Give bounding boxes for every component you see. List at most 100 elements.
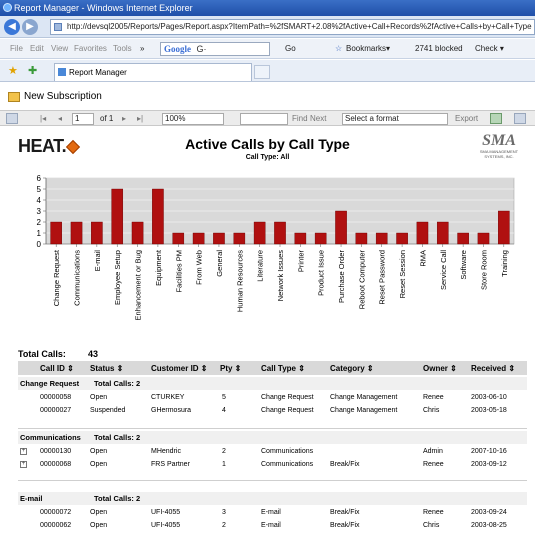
spell-check-button[interactable]: Check ▾ (475, 44, 504, 53)
cell-call-id[interactable]: 00000062 (40, 522, 71, 529)
cell-owner: Chris (423, 407, 440, 414)
subscription-icon (8, 92, 20, 102)
cell-received: 2003-05-18 (471, 407, 507, 414)
menu-overflow[interactable]: » (140, 44, 144, 53)
x-tick-label: Enhancement or Bug (134, 250, 143, 320)
cell-received: 2007-10-16 (471, 448, 507, 455)
url-input[interactable]: http://devsql2005/Reports/Pages/Report.a… (50, 19, 535, 35)
cell-category: Change Management (330, 394, 398, 401)
y-tick-label: 5 (37, 185, 42, 194)
group-total-label: Total Calls: (94, 379, 134, 388)
col-category[interactable]: Category ⇕ (330, 364, 374, 373)
menu-edit[interactable]: Edit (30, 44, 44, 53)
forward-arrow-icon[interactable]: ▶ (22, 19, 38, 35)
y-tick-label: 0 (37, 240, 42, 249)
group-header: Change Request Total Calls: 2 (18, 377, 527, 390)
tab-favicon (58, 68, 66, 76)
cell-call-id[interactable]: 00000058 (40, 394, 71, 401)
cell-priority: 2 (222, 522, 226, 529)
cell-call-type: Change Request (261, 394, 314, 401)
menu-tools[interactable]: Tools (113, 44, 132, 53)
cell-owner: Renee (423, 394, 444, 401)
refresh-icon[interactable] (490, 113, 502, 124)
export-format-select[interactable]: Select a format (342, 113, 448, 125)
window-titlebar: Report Manager - Windows Internet Explor… (0, 0, 535, 16)
add-favorites-icon[interactable]: ✚ (28, 64, 37, 77)
bar (253, 221, 266, 245)
cell-call-id[interactable]: 00000027 (40, 407, 71, 414)
cell-call-type: E-mail (261, 522, 281, 529)
popups-blocked[interactable]: 2741 blocked (415, 44, 463, 53)
print-icon[interactable] (514, 113, 526, 124)
favorites-star-icon[interactable]: ★ (8, 64, 18, 77)
col-call-type[interactable]: Call Type ⇕ (261, 364, 305, 373)
tab-report-manager[interactable]: Report Manager (54, 63, 252, 81)
last-page-icon[interactable]: ▸| (137, 114, 143, 123)
col-call-id[interactable]: Call ID ⇕ (40, 364, 74, 373)
group-total-label: Total Calls: (94, 494, 134, 503)
cell-priority: 1 (222, 461, 226, 468)
cell-status: Suspended (90, 407, 126, 414)
bookmarks-button[interactable]: Bookmarks▾ (346, 44, 390, 53)
x-tick-label: RMA (418, 250, 427, 267)
table-row: + 00000130 Open MHendric 2 Communication… (18, 446, 527, 458)
cell-call-id[interactable]: 00000068 (40, 461, 71, 468)
cell-call-id[interactable]: 00000072 (40, 509, 71, 516)
prev-page-icon[interactable]: ◂ (58, 114, 62, 123)
zoom-select[interactable]: 100% (162, 113, 224, 125)
menu-favorites[interactable]: Favorites (74, 44, 107, 53)
bar (314, 232, 327, 245)
menu-bar: File Edit View Favorites Tools » Google … (0, 39, 535, 59)
next-page-icon[interactable]: ▸ (122, 114, 126, 123)
first-page-icon[interactable]: |◂ (40, 114, 46, 123)
col-received[interactable]: Received ⇕ (471, 364, 515, 373)
menu-view[interactable]: View (51, 44, 68, 53)
expand-icon[interactable]: + (20, 448, 27, 455)
cell-customer-id: CTURKEY (151, 394, 185, 401)
new-subscription-link[interactable]: New Subscription (24, 91, 102, 102)
ie-icon (3, 3, 12, 12)
x-tick-label: Service Call (439, 250, 448, 290)
cell-priority: 2 (222, 448, 226, 455)
page-number-input[interactable]: 1 (72, 113, 94, 125)
table-row: 00000072 Open UFI-4055 3 E-mail Break/Fi… (18, 507, 527, 519)
bar (70, 221, 83, 245)
y-tick-label: 1 (37, 229, 42, 238)
cell-received: 2003-09-12 (471, 461, 507, 468)
group-total-label: Total Calls: (94, 433, 134, 442)
toggle-params-icon[interactable] (6, 113, 18, 124)
cell-priority: 4 (222, 407, 226, 414)
expand-icon[interactable]: + (20, 461, 27, 468)
col-customer-id[interactable]: Customer ID ⇕ (151, 364, 208, 373)
cell-owner: Chris (423, 522, 440, 529)
bar (213, 232, 225, 245)
find-input[interactable] (240, 113, 288, 125)
x-tick-label: From Web (195, 250, 204, 285)
bar (192, 232, 205, 245)
cell-owner: Renee (423, 509, 444, 516)
back-arrow-icon[interactable]: ◀ (4, 19, 20, 35)
cell-call-id[interactable]: 00000130 (40, 448, 71, 455)
bar (335, 210, 347, 245)
y-tick-label: 4 (37, 196, 42, 205)
total-calls-label: Total Calls: (18, 349, 66, 359)
new-tab-button[interactable] (254, 65, 270, 79)
find-link[interactable]: Find (292, 114, 308, 123)
export-link[interactable]: Export (455, 114, 478, 123)
table-row: 00000062 Open UFI-4055 2 E-mail Break/Fi… (18, 520, 527, 532)
group-name: Communications (20, 433, 81, 442)
bar (152, 188, 164, 245)
page-icon (54, 23, 62, 31)
x-tick-label: General (215, 250, 224, 277)
col-owner[interactable]: Owner ⇕ (423, 364, 457, 373)
menu-file[interactable]: File (10, 44, 23, 53)
col-priority[interactable]: Pty ⇕ (220, 364, 241, 373)
go-button[interactable]: Go (285, 44, 296, 53)
find-next-link[interactable]: Next (310, 114, 326, 123)
x-tick-label: Employee Setup (113, 250, 122, 305)
col-status[interactable]: Status ⇕ (90, 364, 123, 373)
group-total-value: 2 (136, 379, 141, 388)
cell-received: 2003-06-10 (471, 394, 507, 401)
x-tick-label: Reset Session (398, 250, 407, 298)
google-search-box[interactable]: Google G· (160, 42, 270, 56)
